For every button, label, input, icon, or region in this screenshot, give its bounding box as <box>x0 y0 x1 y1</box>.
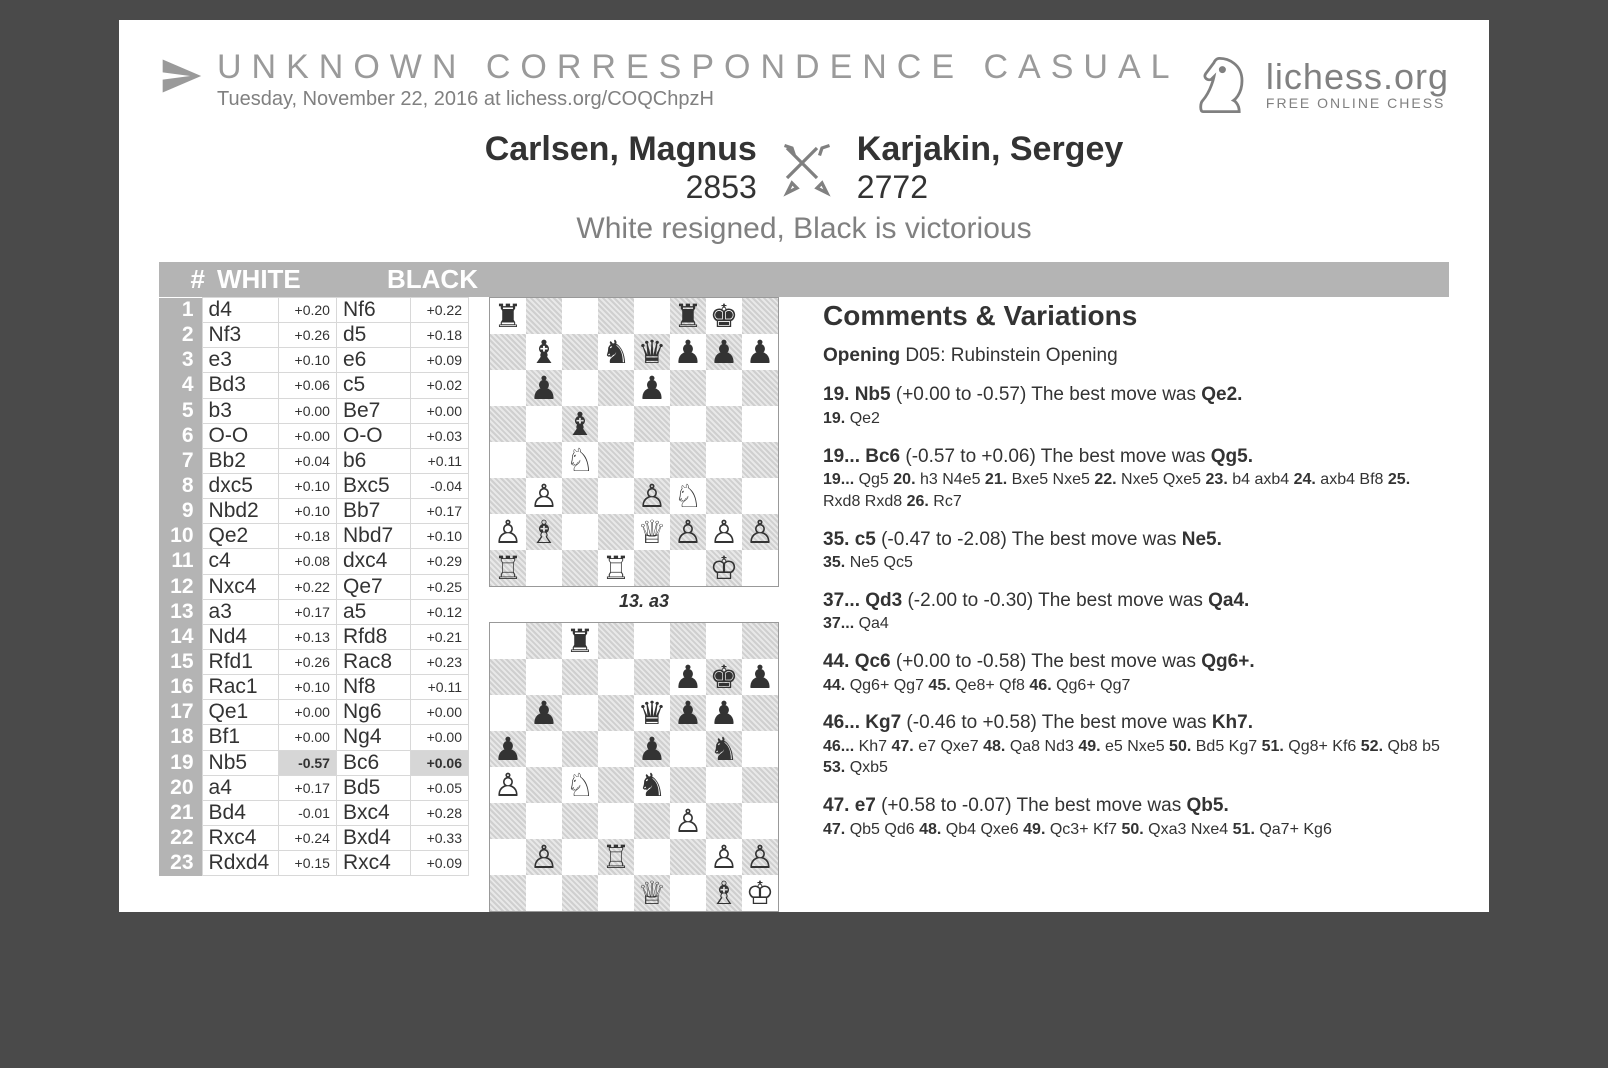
comments-heading: Comments & Variations <box>823 297 1449 335</box>
move-row: 18Bf1+0.00Ng4+0.00 <box>159 725 469 750</box>
comment-item: 47. e7 (+0.58 to -0.07) The best move wa… <box>823 793 1449 840</box>
move-row: 20a4+0.17Bd5+0.05 <box>159 775 469 800</box>
white-rating: 2853 <box>686 169 757 206</box>
comment-item: 35. c5 (-0.47 to -2.08) The best move wa… <box>823 527 1449 574</box>
board-diagram-1: ♜♜♚♝♞♛♟♟♟♟♟♝♘♙♙♘♙♗♕♙♙♙♖♖♔ <box>489 297 779 587</box>
move-row: 8dxc5+0.10Bxc5-0.04 <box>159 473 469 498</box>
page-title: UNKNOWN CORRESPONDENCE CASUAL <box>217 50 1180 84</box>
white-name: Carlsen, Magnus <box>485 130 757 169</box>
comment-item: 44. Qc6 (+0.00 to -0.58) The best move w… <box>823 649 1449 696</box>
players: Carlsen, Magnus 2853 Karjakin, Sergey 27… <box>159 130 1449 246</box>
move-row: 22Rxc4+0.24Bxd4+0.33 <box>159 825 469 850</box>
move-row: 13a3+0.17a5+0.12 <box>159 599 469 624</box>
move-row: 11c4+0.08dxc4+0.29 <box>159 549 469 574</box>
swords-icon <box>777 138 837 198</box>
move-row: 6O-O+0.00O-O+0.03 <box>159 423 469 448</box>
black-name: Karjakin, Sergey <box>857 130 1123 169</box>
page-subtitle: Tuesday, November 22, 2016 at lichess.or… <box>217 88 1180 111</box>
result: White resigned, Black is victorious <box>159 212 1449 246</box>
move-row: 12Nxc4+0.22Qe7+0.25 <box>159 574 469 599</box>
send-icon <box>159 54 203 98</box>
header: UNKNOWN CORRESPONDENCE CASUAL Tuesday, N… <box>159 50 1449 120</box>
comment-item: 19. Nb5 (+0.00 to -0.57) The best move w… <box>823 382 1449 429</box>
brand-tag: FREE ONLINE CHESS <box>1266 95 1449 111</box>
move-row: 7Bb2+0.04b6+0.11 <box>159 448 469 473</box>
move-row: 5b3+0.00Be7+0.00 <box>159 398 469 423</box>
move-row: 1d4+0.20Nf6+0.22 <box>159 298 469 323</box>
move-row: 9Nbd2+0.10Bb7+0.17 <box>159 499 469 524</box>
comments: Comments & Variations Opening D05: Rubin… <box>823 297 1449 854</box>
comment-item: 46... Kg7 (-0.46 to +0.58) The best move… <box>823 710 1449 779</box>
comment-item: 19... Bc6 (-0.57 to +0.06) The best move… <box>823 444 1449 513</box>
move-row: 15Rfd1+0.26Rac8+0.23 <box>159 649 469 674</box>
move-row: 3e3+0.10e6+0.09 <box>159 348 469 373</box>
move-header: # WHITE BLACK <box>159 262 1449 297</box>
move-row: 19Nb5-0.57Bc6+0.06 <box>159 750 469 775</box>
black-rating: 2772 <box>857 169 928 206</box>
move-row: 2Nf3+0.26d5+0.18 <box>159 323 469 348</box>
move-row: 4Bd3+0.06c5+0.02 <box>159 373 469 398</box>
move-row: 21Bd4-0.01Bxc4+0.28 <box>159 800 469 825</box>
move-row: 17Qe1+0.00Ng6+0.00 <box>159 700 469 725</box>
move-row: 10Qe2+0.18Nbd7+0.10 <box>159 524 469 549</box>
board-caption-1: 13. a3 <box>489 591 799 612</box>
move-row: 16Rac1+0.10Nf8+0.11 <box>159 675 469 700</box>
brand-name: lichess.org <box>1266 59 1449 95</box>
brand: lichess.org FREE ONLINE CHESS <box>1186 50 1449 120</box>
comment-item: 37... Qd3 (-2.00 to -0.30) The best move… <box>823 588 1449 635</box>
board-diagram-2: ♜♟♚♟♟♛♟♟♟♟♞♙♘♞♙♙♖♙♙♕♗♔ <box>489 622 779 912</box>
move-row: 14Nd4+0.13Rfd8+0.21 <box>159 624 469 649</box>
move-row: 23Rdxd4+0.15Rxc4+0.09 <box>159 851 469 876</box>
move-list: 1d4+0.20Nf6+0.222Nf3+0.26d5+0.183e3+0.10… <box>159 297 469 876</box>
knight-icon <box>1186 50 1256 120</box>
